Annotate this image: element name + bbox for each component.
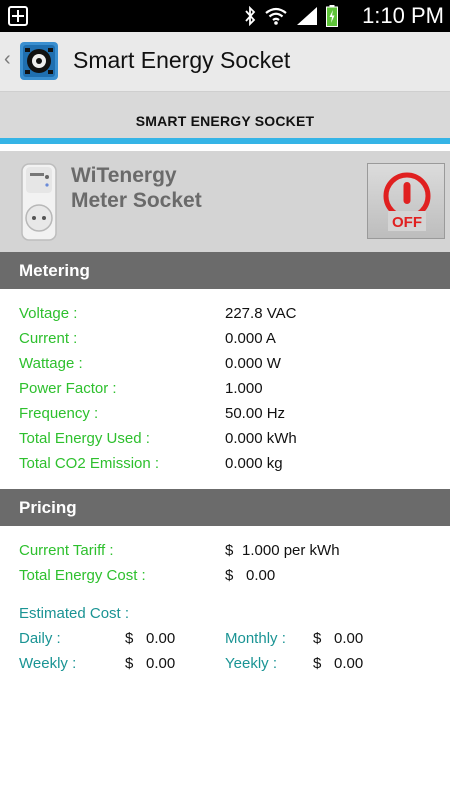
status-bar: 1:10 PM: [0, 0, 450, 32]
weekly-value: 0.00: [146, 655, 176, 672]
tariff-currency: $: [225, 542, 234, 559]
tariff-value: 1.000 per kWh: [242, 542, 340, 559]
total-energy-value: 0.000 kWh: [225, 430, 297, 447]
voltage-value: 227.8 VAC: [225, 305, 297, 322]
weekly-label: Weekly :: [19, 655, 77, 672]
wattage-label: Wattage :: [19, 355, 83, 372]
total-energy-label: Total Energy Used :: [19, 430, 150, 447]
app-logo-icon[interactable]: [19, 41, 59, 81]
bluetooth-icon: [245, 6, 256, 26]
estimated-cost-label: Estimated Cost :: [19, 605, 130, 622]
power-factor-label: Power Factor :: [19, 380, 117, 397]
current-label: Current :: [19, 330, 78, 347]
back-chevron-icon[interactable]: ‹: [4, 48, 11, 71]
pricing-header: Pricing: [0, 489, 450, 526]
power-toggle-button[interactable]: OFF: [367, 163, 445, 239]
power-off-icon: OFF: [383, 172, 431, 231]
wifi-icon: [265, 7, 287, 25]
current-value: 0.000 A: [225, 330, 276, 347]
notification-plus-icon: [8, 6, 28, 26]
yearly-label: Yeekly :: [225, 655, 277, 672]
voltage-label: Voltage :: [19, 305, 78, 322]
power-state-label: OFF: [392, 214, 422, 231]
weekly-currency: $: [125, 655, 134, 672]
power-factor-value: 1.000: [225, 380, 263, 397]
monthly-currency: $: [313, 630, 322, 647]
co2-emission-label: Total CO2 Emission :: [19, 455, 160, 472]
daily-value: 0.00: [146, 630, 176, 647]
signal-icon: [297, 7, 317, 25]
monthly-value: 0.00: [334, 630, 364, 647]
device-panel: WiTenergy Meter Socket OFF: [0, 151, 450, 252]
yearly-currency: $: [313, 655, 322, 672]
co2-emission-value: 0.000 kg: [225, 455, 283, 472]
battery-icon: [326, 5, 338, 27]
energy-cost-currency: $: [225, 567, 234, 584]
socket-device-image: [21, 163, 57, 241]
device-name: WiTenergy Meter Socket: [71, 163, 202, 213]
screen-title: Smart Energy Socket: [73, 47, 291, 73]
frequency-label: Frequency :: [19, 405, 99, 422]
frequency-value: 50.00 Hz: [225, 405, 286, 422]
energy-cost-label: Total Energy Cost :: [19, 567, 146, 584]
action-bar: ‹ Smart Energy Socket: [0, 32, 450, 92]
daily-label: Daily :: [19, 630, 61, 647]
metering-header: Metering: [0, 252, 450, 289]
tariff-label: Current Tariff :: [19, 542, 114, 559]
energy-cost-value: 0.00: [246, 567, 276, 584]
metering-title: Metering: [19, 261, 90, 280]
status-time: 1:10 PM: [362, 3, 444, 28]
yearly-value: 0.00: [334, 655, 364, 672]
app-screen: { "status_bar": { "time": "1:10 PM", "ic…: [0, 0, 450, 800]
tab-smart-energy-socket[interactable]: SMART ENERGY SOCKET: [0, 92, 450, 144]
device-name-line1: WiTenergy: [71, 164, 177, 187]
daily-currency: $: [125, 630, 134, 647]
device-name-line2: Meter Socket: [71, 189, 202, 212]
pricing-title: Pricing: [19, 498, 77, 517]
wattage-value: 0.000 W: [225, 355, 281, 372]
monthly-label: Monthly :: [225, 630, 286, 647]
status-icons: [244, 5, 338, 27]
tab-label: SMART ENERGY SOCKET: [135, 113, 315, 129]
